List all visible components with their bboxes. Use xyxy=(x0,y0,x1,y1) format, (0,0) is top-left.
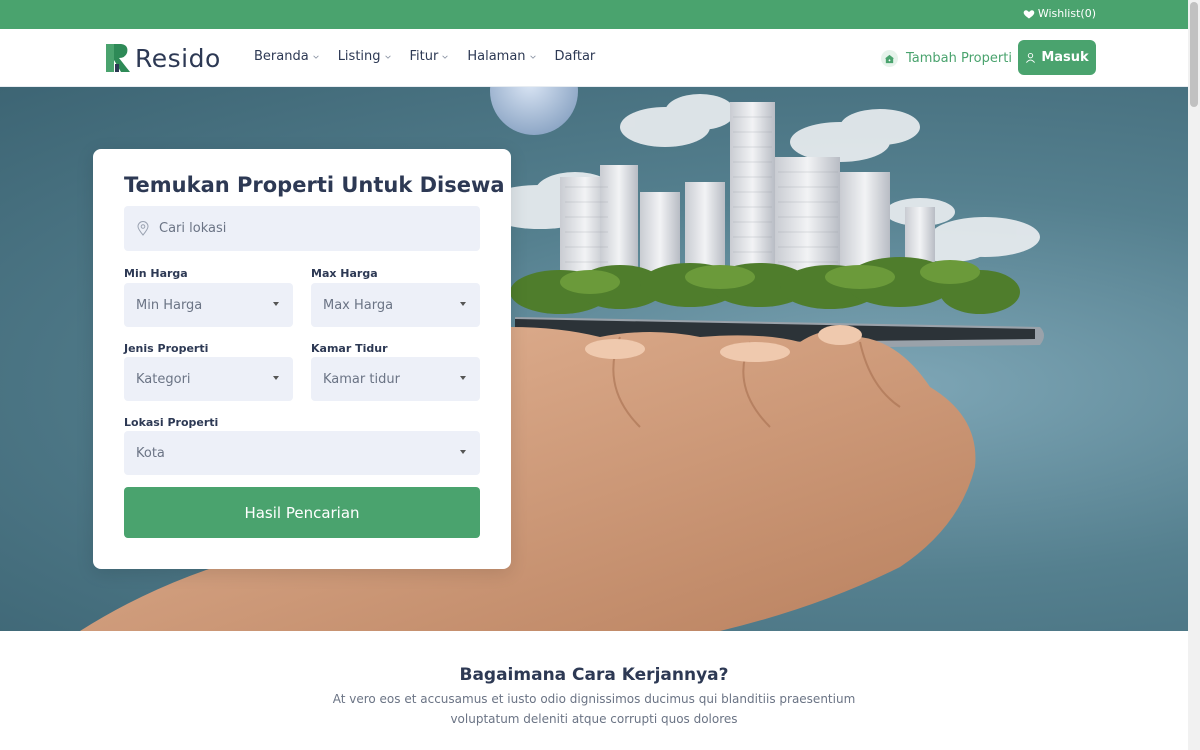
property-type-value: Kategori xyxy=(136,371,191,387)
location-placeholder: Cari lokasi xyxy=(159,221,227,236)
nav-item-daftar[interactable]: Daftar xyxy=(555,49,596,64)
wishlist-link[interactable]: Wishlist(0) xyxy=(1023,7,1096,20)
max-price-label: Max Harga xyxy=(311,267,378,280)
house-add-icon xyxy=(881,50,898,67)
nav-label: Fitur xyxy=(409,49,439,64)
brand-name: Resido xyxy=(135,43,221,73)
login-label: Masuk xyxy=(1041,50,1089,65)
caret-down-icon xyxy=(460,450,466,454)
chevron-down-icon xyxy=(384,55,391,59)
nav-label: Daftar xyxy=(554,49,596,64)
property-type-label: Jenis Properti xyxy=(124,342,209,355)
bedrooms-label: Kamar Tidur xyxy=(311,342,388,355)
nav-label: Beranda xyxy=(254,49,309,64)
top-bar: Wishlist(0) xyxy=(0,0,1188,29)
city-select[interactable]: Kota xyxy=(124,431,480,475)
city-value: Kota xyxy=(136,445,165,461)
bedrooms-select[interactable]: Kamar tidur xyxy=(311,357,480,401)
main-nav: Beranda Listing Fitur Halaman Daftar xyxy=(254,49,595,64)
map-pin-icon xyxy=(137,221,149,236)
bedrooms-value: Kamar tidur xyxy=(323,371,400,387)
min-price-value: Min Harga xyxy=(136,297,203,313)
max-price-value: Max Harga xyxy=(323,297,394,313)
heart-icon xyxy=(1023,9,1035,18)
user-icon xyxy=(1026,53,1036,63)
property-location-label: Lokasi Properti xyxy=(124,416,219,429)
search-submit-button[interactable]: Hasil Pencarian xyxy=(124,487,480,538)
nav-label: Listing xyxy=(337,49,381,64)
chevron-down-icon xyxy=(529,55,536,59)
how-it-works-description: At vero eos et accusamus et iusto odio d… xyxy=(332,692,856,726)
main-header: Resido Beranda Listing Fitur Halaman Daf… xyxy=(0,29,1188,87)
caret-down-icon xyxy=(273,376,279,380)
add-property-link[interactable]: Tambah Properti xyxy=(881,50,1012,67)
nav-item-listing[interactable]: Listing xyxy=(338,49,392,64)
caret-down-icon xyxy=(273,302,279,306)
max-price-select[interactable]: Max Harga xyxy=(311,283,480,327)
min-price-label: Min Harga xyxy=(124,267,188,280)
chevron-down-icon xyxy=(313,55,319,59)
search-title: Temukan Properti Untuk Disewa xyxy=(124,173,505,197)
scrollbar-thumb[interactable] xyxy=(1190,2,1198,107)
min-price-select[interactable]: Min Harga xyxy=(124,283,293,327)
chevron-down-icon xyxy=(442,55,449,59)
location-search-input[interactable]: Cari lokasi xyxy=(124,206,480,251)
resido-logo-icon xyxy=(106,44,130,72)
wishlist-label: Wishlist(0) xyxy=(1037,7,1096,20)
property-type-select[interactable]: Kategori xyxy=(124,357,293,401)
nav-item-beranda[interactable]: Beranda xyxy=(254,49,320,64)
nav-label: Halaman xyxy=(467,49,526,64)
page-scrollbar[interactable] xyxy=(1188,0,1200,750)
caret-down-icon xyxy=(460,376,466,380)
login-button[interactable]: Masuk xyxy=(1018,40,1096,75)
nav-item-halaman[interactable]: Halaman xyxy=(467,49,536,64)
property-search-card: Temukan Properti Untuk Disewa Cari lokas… xyxy=(93,149,511,569)
caret-down-icon xyxy=(460,302,466,306)
add-property-label: Tambah Properti xyxy=(906,51,1012,66)
nav-item-fitur[interactable]: Fitur xyxy=(410,49,450,64)
brand-logo[interactable]: Resido xyxy=(105,42,221,74)
how-it-works-title: Bagaimana Cara Kerjannya? xyxy=(459,665,729,685)
